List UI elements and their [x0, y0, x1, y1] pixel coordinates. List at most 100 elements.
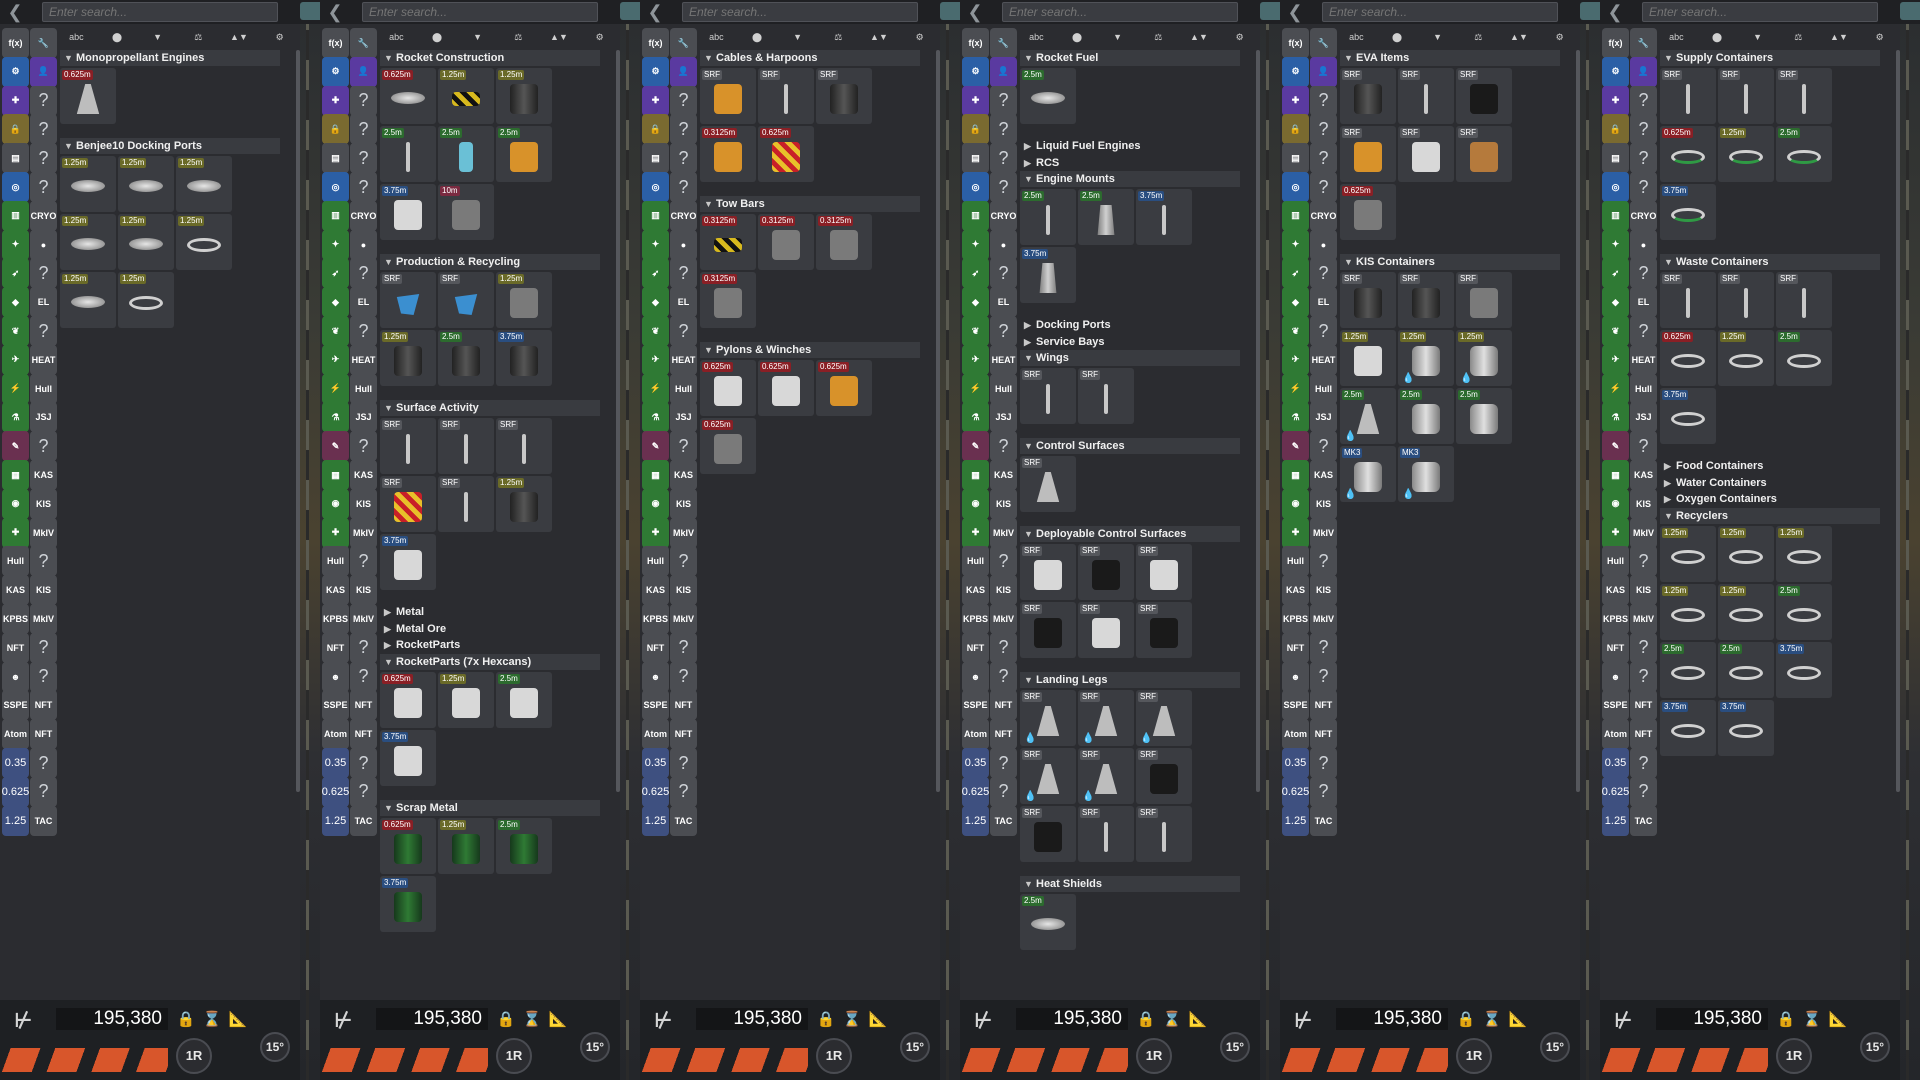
category-battery-icon[interactable]: ▦ [2, 460, 29, 490]
part-card[interactable]: 2.5m [1020, 189, 1076, 245]
unknown-category-icon[interactable]: ? [670, 85, 697, 116]
part-card[interactable]: SRF [380, 476, 436, 532]
category-kpbs-icon[interactable]: KPBS [322, 604, 349, 634]
category-kas-icon[interactable]: KAS [1310, 460, 1337, 490]
category-nft-icon[interactable]: NFT [322, 632, 349, 663]
section-header[interactable]: ▶ Liquid Fuel Engines [1020, 138, 1240, 154]
section-header[interactable]: ▼ Rocket Fuel [1020, 50, 1240, 66]
category-kis-icon[interactable]: KIS [30, 575, 57, 606]
part-card[interactable]: SRF [1078, 368, 1134, 424]
part-card[interactable]: 2.5m [1456, 388, 1512, 444]
part-card[interactable]: SRF [1340, 126, 1396, 182]
category-jsj-icon[interactable]: JSJ [1630, 402, 1657, 433]
category-puzzle-icon[interactable]: ✚ [2, 85, 29, 116]
sort-by-name-button[interactable]: abc [702, 27, 730, 47]
category-bolt-green-icon[interactable]: ⚡ [322, 373, 349, 404]
category-cryo-icon[interactable]: CRYO [350, 200, 377, 231]
section-header[interactable]: ▶ Metal [380, 604, 600, 620]
part-card[interactable]: SRF [1660, 272, 1716, 328]
category-mkiv-icon[interactable]: MkIV [990, 604, 1017, 634]
category-el-icon[interactable]: EL [30, 287, 57, 318]
category-comms-icon[interactable]: ◉ [2, 488, 29, 519]
category-mk-icon[interactable]: MkIV [350, 517, 377, 548]
part-card[interactable]: 0.3125m [758, 214, 814, 270]
scrollbar[interactable] [1256, 50, 1260, 792]
side-tab[interactable] [1580, 2, 1600, 20]
unknown-category-icon[interactable]: ? [30, 114, 57, 145]
category-kas-icon[interactable]: KAS [642, 575, 669, 606]
category-probe-green-icon[interactable]: ◆ [642, 287, 669, 318]
section-header[interactable]: ▼ Cables & Harpoons [700, 50, 920, 66]
category-tank-green-icon[interactable]: ▥ [962, 200, 989, 231]
part-card[interactable]: SRF [496, 418, 552, 474]
angle-snap-button[interactable]: 15° [580, 1032, 610, 1062]
category-kas-icon[interactable]: KAS [350, 460, 377, 490]
part-card[interactable]: 1.25m [438, 68, 494, 124]
unknown-category-icon[interactable]: ? [670, 632, 697, 663]
category-sphere-icon[interactable]: ● [350, 229, 377, 260]
category-jsj-icon[interactable]: JSJ [350, 402, 377, 433]
part-card[interactable]: 0.625m [60, 68, 116, 124]
part-card[interactable]: SRF 💧 [1136, 690, 1192, 746]
category-0.625-icon[interactable]: 0.625 [1282, 776, 1309, 807]
category-leaf-icon[interactable]: ❦ [322, 316, 349, 346]
category-factory-icon[interactable]: ▤ [322, 143, 349, 174]
category-globe-blue-icon[interactable]: ◎ [1282, 172, 1309, 202]
category-lock-gold-icon[interactable]: 🔒 [962, 114, 989, 145]
gear-filter-icon[interactable]: ⚙ [1866, 27, 1894, 47]
rotation-mode-button[interactable]: 1R [1136, 1038, 1172, 1074]
category-nft-icon[interactable]: NFT [2, 632, 29, 663]
section-header[interactable]: ▼ Heat Shields [1020, 876, 1240, 892]
category-hull-icon[interactable]: Hull [2, 546, 29, 577]
hourglass-icon[interactable]: ⌛ [1482, 1010, 1502, 1030]
part-card[interactable]: SRF 💧 [1078, 690, 1134, 746]
part-card[interactable]: 3.75m [1136, 189, 1192, 245]
category-science-icon[interactable]: ⚗ [1602, 402, 1629, 433]
sort-filter-icon[interactable]: ▲▼ [865, 27, 893, 47]
category-gear-blue-icon[interactable]: ⚙ [322, 56, 349, 87]
category-nft-icon[interactable]: NFT [1630, 719, 1657, 750]
unknown-category-icon[interactable]: ? [350, 431, 377, 462]
unknown-category-icon[interactable]: ? [1310, 316, 1337, 346]
section-header[interactable]: ▼ Control Surfaces [1020, 438, 1240, 454]
part-card[interactable]: 1.25m 💧 [1456, 330, 1512, 386]
unknown-category-icon[interactable]: ? [30, 632, 57, 663]
category-hull-icon[interactable]: Hull [1310, 373, 1337, 404]
unknown-category-icon[interactable]: ? [30, 143, 57, 174]
part-card[interactable]: SRF [438, 418, 494, 474]
scale-filter-icon[interactable]: ⚖ [1784, 27, 1812, 47]
section-header[interactable]: ▼ Benjee10 Docking Ports [60, 138, 280, 154]
part-card[interactable]: SRF [1020, 544, 1076, 600]
funnel-filter-icon[interactable]: ▼ [144, 27, 172, 47]
category-rocket-green-icon[interactable]: ➶ [2, 258, 29, 289]
part-card[interactable]: 1.25m [1718, 330, 1774, 386]
category-nft-icon[interactable]: NFT [350, 719, 377, 750]
part-card[interactable]: SRF [1020, 806, 1076, 862]
category-lock-gold-icon[interactable]: 🔒 [2, 114, 29, 145]
category-antenna-icon[interactable]: ✚ [2, 517, 29, 548]
category-gear-blue-icon[interactable]: ⚙ [1602, 56, 1629, 87]
category-kpbs-icon[interactable]: KPBS [962, 604, 989, 634]
part-card[interactable]: SRF [700, 68, 756, 124]
category-antenna-icon[interactable]: ✚ [1282, 517, 1309, 548]
category-plane-green-icon[interactable]: ✈ [962, 344, 989, 375]
section-header[interactable]: ▼ Engine Mounts [1020, 171, 1240, 187]
part-card[interactable]: 3.75m [1660, 699, 1716, 756]
lock-icon[interactable]: 🔒 [816, 1010, 836, 1030]
section-header[interactable]: ▼ Supply Containers [1660, 50, 1880, 66]
part-card[interactable]: SRF [1718, 272, 1774, 328]
category-hull-icon[interactable]: Hull [1282, 546, 1309, 577]
back-arrow-icon[interactable]: ❮ [1284, 1, 1306, 23]
category-nav-icon[interactable]: ✎ [322, 431, 349, 462]
sort-filter-icon[interactable]: ▲▼ [225, 27, 253, 47]
part-card[interactable]: 2.5m [1660, 641, 1716, 698]
part-card[interactable]: 2.5m [438, 330, 494, 386]
lock-icon[interactable]: 🔒 [496, 1010, 516, 1030]
category-0.625-icon[interactable]: 0.625 [2, 776, 29, 807]
category-mkiv-icon[interactable]: MkIV [30, 604, 57, 634]
gear-filter-icon[interactable]: ⚙ [586, 27, 614, 47]
part-card[interactable]: 3.75m [380, 534, 436, 590]
category-mask-icon[interactable]: ☻ [2, 661, 29, 692]
part-card[interactable]: SRF [1078, 806, 1134, 862]
category-rocket-green-icon[interactable]: ➶ [642, 258, 669, 289]
